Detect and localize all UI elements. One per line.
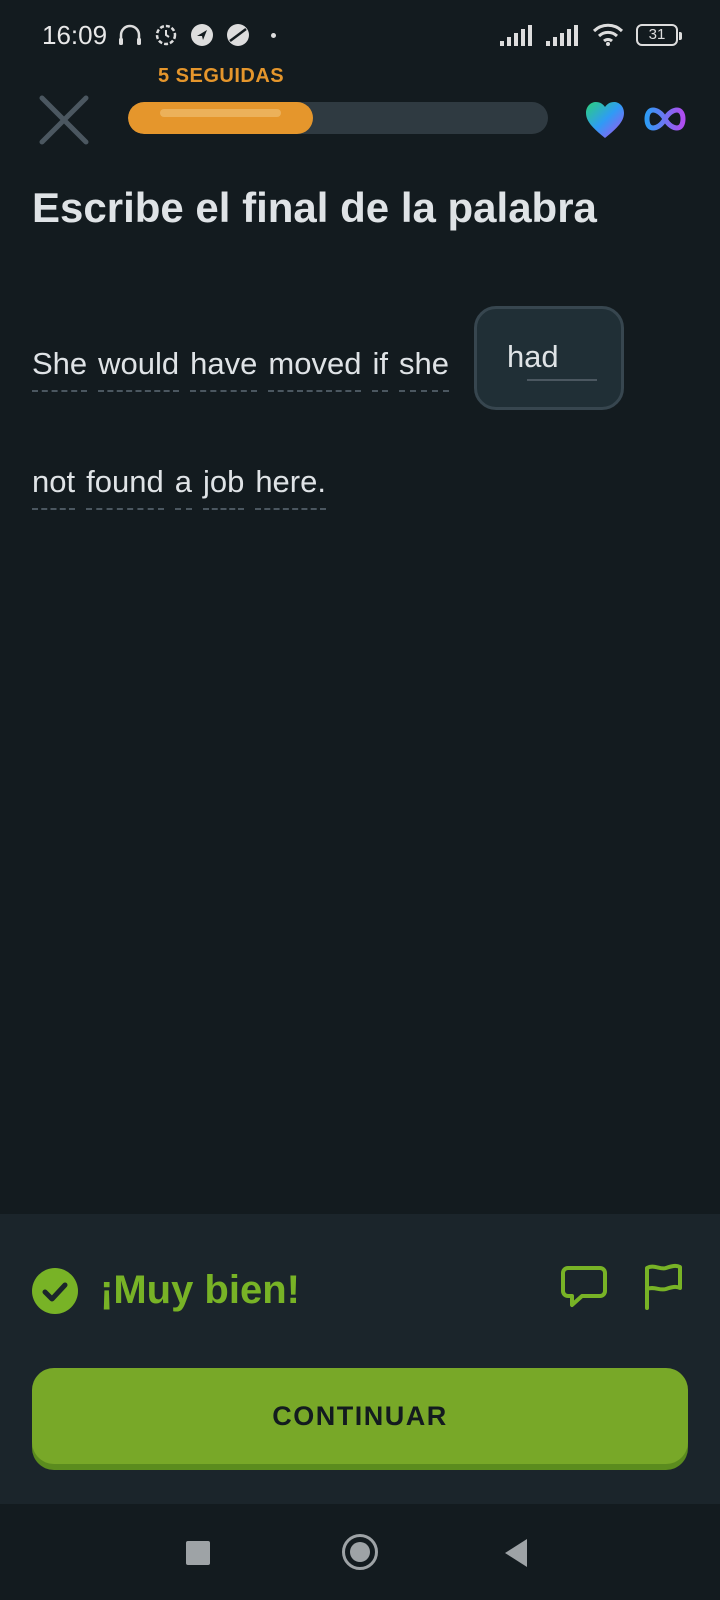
recent-apps-icon[interactable] (186, 1541, 210, 1565)
settings-sync-icon (155, 24, 177, 46)
sentence-word[interactable]: found (86, 464, 164, 510)
sentence-line-2: not found a job here. (32, 418, 692, 528)
heart-icon[interactable] (584, 100, 626, 140)
check-circle-icon (32, 1268, 78, 1314)
feedback-panel: ¡Muy bien! CONTINUAR (0, 1214, 720, 1504)
navigation-icon (191, 24, 214, 46)
close-icon (39, 95, 89, 145)
answer-text: had (506, 339, 559, 374)
signal-icon (546, 25, 578, 46)
notification-dot (271, 32, 277, 38)
progress-shine (160, 109, 281, 117)
battery-level: 31 (648, 26, 666, 43)
close-button[interactable] (36, 92, 92, 148)
answer-input[interactable]: had (473, 306, 624, 410)
status-bar-left: 16:09 (42, 19, 277, 51)
sentence-word[interactable]: a (174, 464, 192, 510)
back-icon[interactable] (505, 1539, 527, 1567)
signal-icon (500, 25, 532, 46)
status-bar-right: 31 (500, 23, 682, 47)
feedback-message: ¡Muy bien! (100, 1268, 300, 1312)
sentence-word[interactable]: have (190, 346, 258, 392)
exercise-sentence: She would have moved if she had not foun… (32, 300, 692, 528)
infinity-icon (644, 107, 686, 131)
home-icon[interactable] (342, 1534, 378, 1570)
sentence-word[interactable]: she (398, 346, 449, 392)
system-nav-bar (0, 1504, 720, 1600)
sentence-word[interactable]: job (202, 464, 245, 510)
lesson-progress-bar (128, 102, 548, 134)
flag-icon[interactable] (642, 1262, 684, 1312)
sentence-word[interactable]: She (32, 346, 88, 392)
sentence-word[interactable]: here. (255, 464, 326, 510)
continue-button[interactable]: CONTINUAR (32, 1368, 688, 1464)
comment-icon[interactable] (560, 1264, 608, 1310)
sentence-line-1: She would have moved if she had (32, 300, 692, 410)
sentence-word[interactable]: not (32, 464, 76, 510)
planet-icon (227, 24, 250, 46)
wifi-icon (592, 23, 624, 46)
status-time: 16:09 (42, 19, 108, 50)
exercise-title: Escribe el final de la palabra (32, 184, 597, 231)
headphones-icon (119, 24, 142, 45)
sentence-word[interactable]: would (98, 346, 180, 392)
sentence-word[interactable]: if (372, 346, 388, 392)
streak-label: 5 SEGUIDAS (158, 65, 285, 87)
answer-underline (526, 379, 597, 381)
sentence-word[interactable]: moved (268, 346, 362, 392)
progress-fill (128, 102, 313, 134)
lesson-header: 5 SEGUIDAS (0, 60, 720, 160)
battery-icon: 31 (636, 24, 682, 46)
